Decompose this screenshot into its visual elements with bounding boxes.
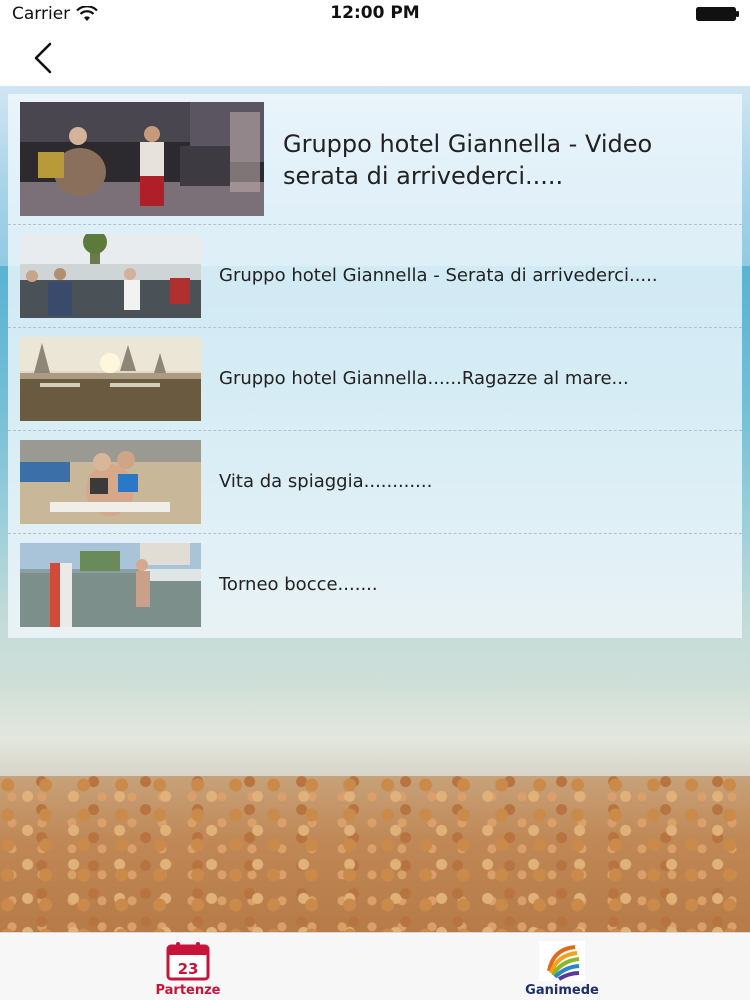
bocce-court-thumbnail bbox=[20, 543, 201, 627]
list-item[interactable]: Gruppo hotel Giannella - Serata di arriv… bbox=[8, 224, 742, 328]
battery-icon bbox=[696, 7, 739, 21]
item-title: Vita da spiaggia............ bbox=[219, 471, 433, 492]
list-item[interactable]: Vita da spiaggia............ bbox=[8, 430, 742, 534]
beach-life-thumbnail bbox=[20, 440, 201, 524]
nav-bar bbox=[0, 28, 750, 86]
evening-gathering-thumbnail bbox=[20, 234, 201, 318]
list-item[interactable]: Gruppo hotel Giannella......Ragazze al m… bbox=[8, 327, 742, 431]
night-party-thumbnail bbox=[20, 102, 264, 216]
status-time: 12:00 PM bbox=[330, 3, 420, 23]
list-item[interactable]: Torneo bocce....... bbox=[8, 533, 742, 636]
tab-bar: 23 Partenze Ganimede bbox=[0, 932, 750, 1000]
item-title: Gruppo hotel Giannella......Ragazze al m… bbox=[219, 368, 629, 389]
item-title: Gruppo hotel Giannella - Video serata di… bbox=[283, 130, 653, 190]
list-item[interactable]: Gruppo hotel Giannella - Video serata di… bbox=[8, 94, 742, 225]
screen: Carrier 12:00 PM Gruppo hotel Giannella … bbox=[0, 0, 750, 1000]
ganimede-logo-icon bbox=[539, 941, 585, 981]
item-title: Torneo bocce....... bbox=[219, 574, 378, 595]
tab-label: Ganimede bbox=[525, 983, 599, 998]
tab-partenze[interactable]: 23 Partenze bbox=[118, 933, 258, 1000]
item-title: Gruppo hotel Giannella - Serata di arriv… bbox=[219, 265, 658, 286]
video-list: Gruppo hotel Giannella - Video serata di… bbox=[8, 94, 742, 638]
calendar-day-number: 23 bbox=[178, 960, 199, 978]
calendar-icon: 23 bbox=[166, 942, 210, 981]
beach-umbrellas-thumbnail bbox=[20, 337, 201, 421]
tab-ganimede[interactable]: Ganimede bbox=[492, 933, 632, 1000]
tab-label: Partenze bbox=[155, 983, 221, 998]
status-bar: Carrier 12:00 PM bbox=[0, 0, 750, 28]
chevron-left-icon[interactable] bbox=[26, 40, 62, 76]
